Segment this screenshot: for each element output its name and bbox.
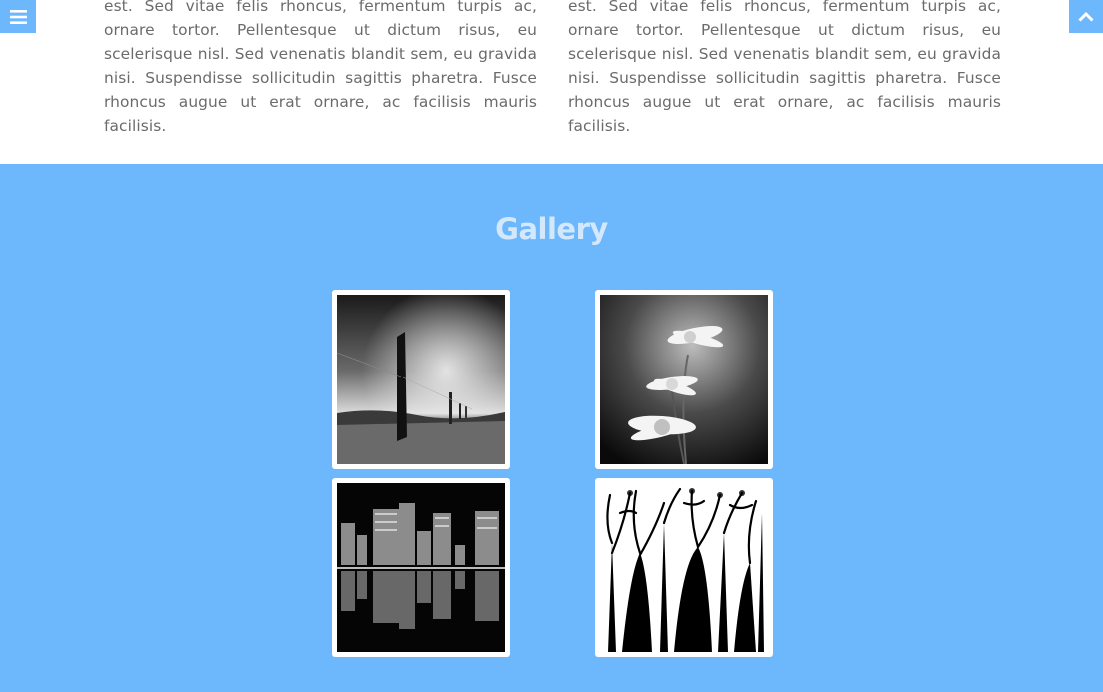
hamburger-menu-icon	[9, 9, 27, 24]
text-section: est. Sed vitae felis rhoncus, fermentum …	[0, 0, 1103, 164]
tree-silhouette-illustration	[600, 483, 768, 652]
gallery-section: Gallery	[0, 164, 1103, 692]
menu-button[interactable]	[0, 0, 36, 33]
chevron-up-icon	[1078, 11, 1094, 22]
daisy-flowers-photo	[600, 295, 768, 464]
text-column-left: est. Sed vitae felis rhoncus, fermentum …	[104, 0, 537, 135]
gallery-title: Gallery	[495, 212, 608, 246]
city-skyline-reflection-photo	[337, 483, 505, 652]
gallery-thumbnail-trees[interactable]	[595, 478, 773, 657]
gallery-thumbnail-daisies[interactable]	[595, 290, 773, 469]
gallery-thumbnail-skyline[interactable]	[332, 478, 510, 657]
text-column-right: est. Sed vitae felis rhoncus, fermentum …	[568, 0, 1001, 135]
scroll-to-top-button[interactable]	[1069, 0, 1103, 33]
gallery-thumbnail-fence[interactable]	[332, 290, 510, 469]
fence-landscape-photo	[337, 295, 505, 464]
